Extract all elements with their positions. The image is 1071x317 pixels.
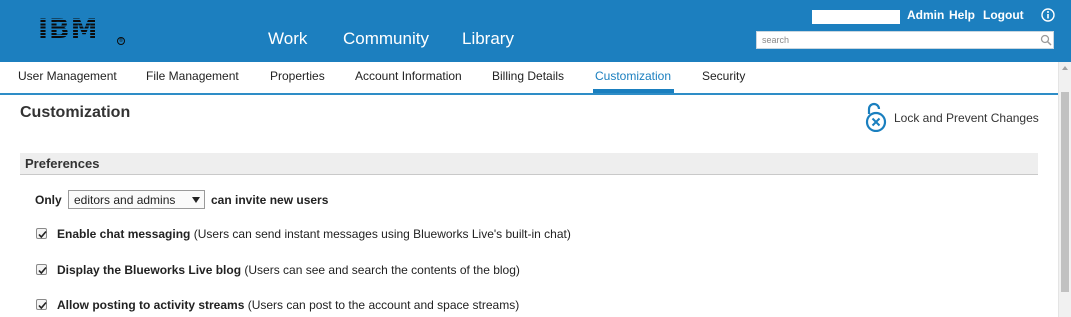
admin-tab-bar: User Management File Management Properti… (0, 62, 1071, 95)
option-description: (Users can send instant messages using B… (193, 227, 571, 241)
tab-user-management[interactable]: User Management (18, 69, 117, 83)
search-input[interactable] (757, 32, 1032, 48)
preferences-section-header: Preferences (20, 153, 1038, 175)
chat-messaging-option: Enable chat messaging (Users can send in… (57, 227, 571, 241)
scroll-up-arrow-icon[interactable] (1062, 66, 1068, 70)
tab-customization[interactable]: Customization (595, 69, 671, 83)
tab-properties[interactable]: Properties (270, 69, 325, 83)
page-scrollbar[interactable] (1058, 62, 1071, 317)
invite-prefix-label: Only (35, 193, 62, 207)
checkmark-icon (38, 230, 47, 239)
tab-file-management[interactable]: File Management (146, 69, 239, 83)
option-label: Display the Blueworks Live blog (57, 263, 242, 277)
page-title: Customization (20, 104, 131, 121)
info-icon[interactable] (1041, 8, 1055, 22)
nav-community[interactable]: Community (343, 29, 429, 49)
scroll-thumb[interactable] (1061, 92, 1069, 292)
section-title: Preferences (25, 156, 100, 171)
tab-billing-details[interactable]: Billing Details (492, 69, 564, 83)
checkmark-icon (38, 301, 47, 310)
nav-library[interactable]: Library (462, 29, 514, 49)
top-header: IBM ® Work Community Library Admin Help … (0, 0, 1071, 62)
tab-security[interactable]: Security (702, 69, 745, 83)
ibm-logo[interactable]: IBM (38, 14, 99, 45)
unlocked-lock-icon[interactable] (863, 102, 889, 132)
option-description: (Users can see and search the contents o… (244, 263, 520, 277)
blog-display-checkbox[interactable] (36, 264, 47, 275)
activity-streams-checkbox[interactable] (36, 299, 47, 310)
help-link[interactable]: Help (949, 8, 975, 22)
option-description: (Users can post to the account and space… (247, 298, 520, 312)
search-box (756, 31, 1054, 49)
activity-streams-option: Allow posting to activity streams (Users… (57, 298, 519, 312)
checkmark-icon (38, 266, 47, 275)
dropdown-arrow-icon (192, 197, 200, 203)
logout-link[interactable]: Logout (983, 8, 1024, 22)
option-label: Allow posting to activity streams (57, 298, 245, 312)
blog-display-option: Display the Blueworks Live blog (Users c… (57, 263, 520, 277)
invite-suffix-label: can invite new users (211, 193, 329, 207)
admin-link[interactable]: Admin (907, 8, 944, 22)
lock-prevent-changes-link[interactable]: Lock and Prevent Changes (894, 111, 1039, 125)
tab-account-information[interactable]: Account Information (355, 69, 462, 83)
registered-mark-icon: ® (117, 37, 125, 45)
redacted-username (812, 10, 900, 24)
invite-role-select[interactable]: editors and admins (68, 190, 205, 209)
search-icon[interactable] (1040, 34, 1052, 46)
chat-messaging-checkbox[interactable] (36, 228, 47, 239)
active-tab-indicator (593, 89, 674, 93)
option-label: Enable chat messaging (57, 227, 191, 241)
nav-work[interactable]: Work (268, 29, 307, 49)
invite-role-value: editors and admins (74, 193, 176, 207)
